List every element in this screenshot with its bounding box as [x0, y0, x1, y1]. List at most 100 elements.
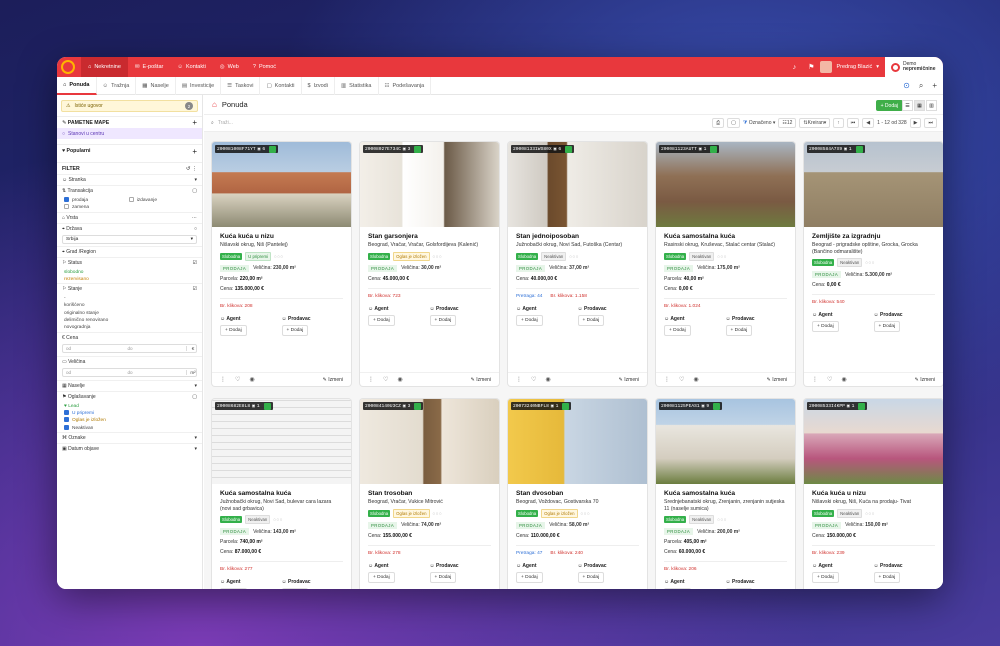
option-neaktivan[interactable]: Neaktivan: [64, 424, 197, 432]
filter-stranka[interactable]: ☺ Stranka ▾: [57, 174, 202, 185]
add-seller-button[interactable]: + Dodaj: [281, 324, 309, 336]
prev-page-button[interactable]: ◀: [862, 118, 875, 128]
edit-button[interactable]: ✎ Izmeni: [915, 377, 935, 383]
reset-icon[interactable]: ↺ ⋮: [186, 166, 197, 172]
listing-photo[interactable]: 200081123AUTT ▣ 1: [656, 142, 795, 227]
add-seller-button[interactable]: + Dodaj: [725, 588, 753, 589]
listing-photo[interactable]: 200081331WS80X ▣ 6: [508, 142, 647, 227]
add-seller-button[interactable]: + Dodaj: [577, 571, 605, 583]
velicina-to-input[interactable]: do: [125, 370, 187, 375]
sort-select[interactable]: ⇅ Kreiran ▾: [799, 118, 831, 128]
tab-kontakti[interactable]: ☺ Kontakti: [170, 57, 213, 77]
edit-button[interactable]: ✎ Izmeni: [471, 377, 491, 383]
next-page-button[interactable]: ▶: [909, 118, 922, 128]
add-popular-button[interactable]: +: [192, 147, 197, 156]
add-agent-button[interactable]: + Dodaj: [664, 324, 691, 336]
listing-card[interactable]: 200081123AUTT ▣ 1 Kuća samostalna kuća Ras…: [656, 142, 795, 386]
option-izdavanje[interactable]: izdavanje: [128, 197, 157, 204]
velicina-range[interactable]: od do m²: [62, 367, 197, 377]
more-icon[interactable]: ⋮: [516, 376, 522, 383]
listing-title[interactable]: Stan jednoiposoban: [516, 233, 639, 241]
edit-button[interactable]: ✎ Izmeni: [619, 377, 639, 383]
heart-icon[interactable]: ♡: [531, 376, 536, 383]
add-seller-button[interactable]: + Dodaj: [873, 321, 901, 332]
listing-title[interactable]: Stan trosoban: [368, 490, 491, 498]
filter-grad[interactable]: ⌖ Grad /Region: [57, 245, 202, 257]
cena-from-input[interactable]: od: [63, 346, 125, 351]
last-page-button[interactable]: ⏭: [924, 118, 937, 128]
search-icon[interactable]: ⌕: [919, 81, 923, 91]
add-agent-button[interactable]: + Dodaj: [664, 588, 691, 589]
tab-web[interactable]: ◎ Web: [213, 57, 246, 77]
filter-drzava[interactable]: ⌖ Država ○: [57, 222, 202, 234]
add-agent-button[interactable]: + Dodaj: [368, 314, 395, 326]
listing-title[interactable]: Kuća kuća u nizu: [220, 233, 343, 241]
heart-icon[interactable]: ♡: [383, 376, 388, 383]
heart-icon[interactable]: ♡: [679, 376, 684, 383]
tab-traznja[interactable]: ☺ Tražnja: [97, 76, 137, 95]
tab-e-postar[interactable]: ✉ E-poštar: [128, 57, 170, 77]
tab-investicije[interactable]: ▤ Investicije: [176, 76, 222, 95]
export-button[interactable]: ⎙: [712, 118, 725, 128]
filter-oznake[interactable]: ⌘ Oznake ▾: [57, 431, 202, 443]
listing-photo[interactable]: 20008533I4KPP ▣ 1: [804, 399, 943, 484]
tab-izvodi[interactable]: $ Izvodi: [302, 76, 335, 95]
marked-dropdown[interactable]: ⧩ Označeno ▾: [743, 120, 776, 126]
listing-card[interactable]: 200084140U3CZ ▣ 3 Stan trosoban Beograd, V…: [360, 399, 499, 589]
listing-photo[interactable]: 200084140U3CZ ▣ 3: [360, 399, 499, 484]
heart-icon[interactable]: ♡: [827, 376, 832, 383]
stanje-renovirano[interactable]: delimično renovirano: [64, 317, 197, 324]
sort-direction-button[interactable]: ↑: [833, 118, 844, 128]
list-view-icon[interactable]: ☰: [902, 100, 913, 111]
listing-card[interactable]: 20073240NBFL8 ▣ 1 Stan dvosoban Beograd, V…: [508, 399, 647, 589]
listing-photo[interactable]: 20008027E734C ▣ 3: [360, 142, 499, 227]
first-page-button[interactable]: ⏮: [846, 118, 860, 128]
eye-icon[interactable]: ◉: [397, 376, 402, 383]
smart-map-item[interactable]: ○ Stanovi u centru: [57, 128, 202, 139]
add-icon[interactable]: +: [932, 81, 937, 91]
add-seller-button[interactable]: + Dodaj: [577, 314, 605, 326]
status-rezervisano[interactable]: rezervisano: [64, 276, 197, 283]
per-page-select[interactable]: ☷ 12: [778, 118, 797, 128]
filter-transakcija[interactable]: ⇅ Transakcija ▢: [57, 185, 202, 196]
eye-icon[interactable]: ◉: [693, 376, 698, 383]
contract-warning[interactable]: ⚠ Istiće ugovor 2: [61, 100, 198, 112]
filter-datum[interactable]: ▣ Datum objave ▾: [57, 442, 202, 454]
option-zamena[interactable]: zamena: [64, 204, 197, 211]
velicina-from-input[interactable]: od: [63, 370, 125, 375]
listing-title[interactable]: Stan garsonjera: [368, 233, 491, 241]
filter-status[interactable]: ⚐ Status ☑: [57, 256, 202, 268]
add-agent-button[interactable]: + Dodaj: [220, 324, 247, 336]
listing-card[interactable]: 20008682E8L8 ▣ 1 Kuća samostalna kuća Južn…: [212, 399, 351, 589]
listing-title[interactable]: Zemljište za izgradnju: [812, 233, 935, 241]
user-menu[interactable]: Predrag Blazić ▾: [820, 61, 879, 73]
cena-to-input[interactable]: do: [125, 346, 187, 351]
add-seller-button[interactable]: + Dodaj: [429, 314, 457, 326]
add-seller-button[interactable]: + Dodaj: [429, 571, 457, 583]
chart-view-icon[interactable]: ▥: [926, 100, 937, 111]
tab-kontakti-sub[interactable]: ▢ Kontakti: [260, 76, 302, 95]
cena-range[interactable]: od do €: [62, 343, 197, 353]
heart-icon[interactable]: ♡: [235, 376, 240, 383]
tab-podesavanja[interactable]: ☷ Podešavanja: [379, 76, 432, 95]
filter-naselje[interactable]: ▦ Naselje ▾: [57, 379, 202, 391]
listing-photo[interactable]: 20008682E8L8 ▣ 1: [212, 399, 351, 484]
listing-photo[interactable]: 20073240NBFL8 ▣ 1: [508, 399, 647, 484]
listing-photo[interactable]: 20008584A7X9 ▣ 1: [804, 142, 943, 227]
edit-button[interactable]: ✎ Izmeni: [323, 377, 343, 383]
select-all-checkbox[interactable]: ▢: [727, 118, 740, 128]
listing-card[interactable]: 200081331WS80X ▣ 6 Stan jednoiposoban Južn…: [508, 142, 647, 386]
tab-pomoc[interactable]: ? Pomoć: [246, 57, 283, 77]
filter-stanje[interactable]: ⚐ Stanje ☑: [57, 283, 202, 294]
add-agent-button[interactable]: + Dodaj: [812, 571, 839, 583]
more-icon[interactable]: ⋮: [220, 376, 226, 383]
eye-icon[interactable]: ◉: [249, 376, 254, 383]
add-seller-button[interactable]: + Dodaj: [281, 588, 309, 589]
edit-button[interactable]: ✎ Izmeni: [767, 377, 787, 383]
grid-view-icon[interactable]: ▦: [914, 100, 925, 111]
add-agent-button[interactable]: + Dodaj: [516, 571, 543, 583]
search-input[interactable]: ⌕ Traži...: [211, 118, 391, 129]
bell-icon[interactable]: ♪: [793, 64, 797, 71]
listing-photo[interactable]: 200081008F71YT ▣ 6: [212, 142, 351, 227]
add-agent-button[interactable]: + Dodaj: [368, 571, 395, 583]
